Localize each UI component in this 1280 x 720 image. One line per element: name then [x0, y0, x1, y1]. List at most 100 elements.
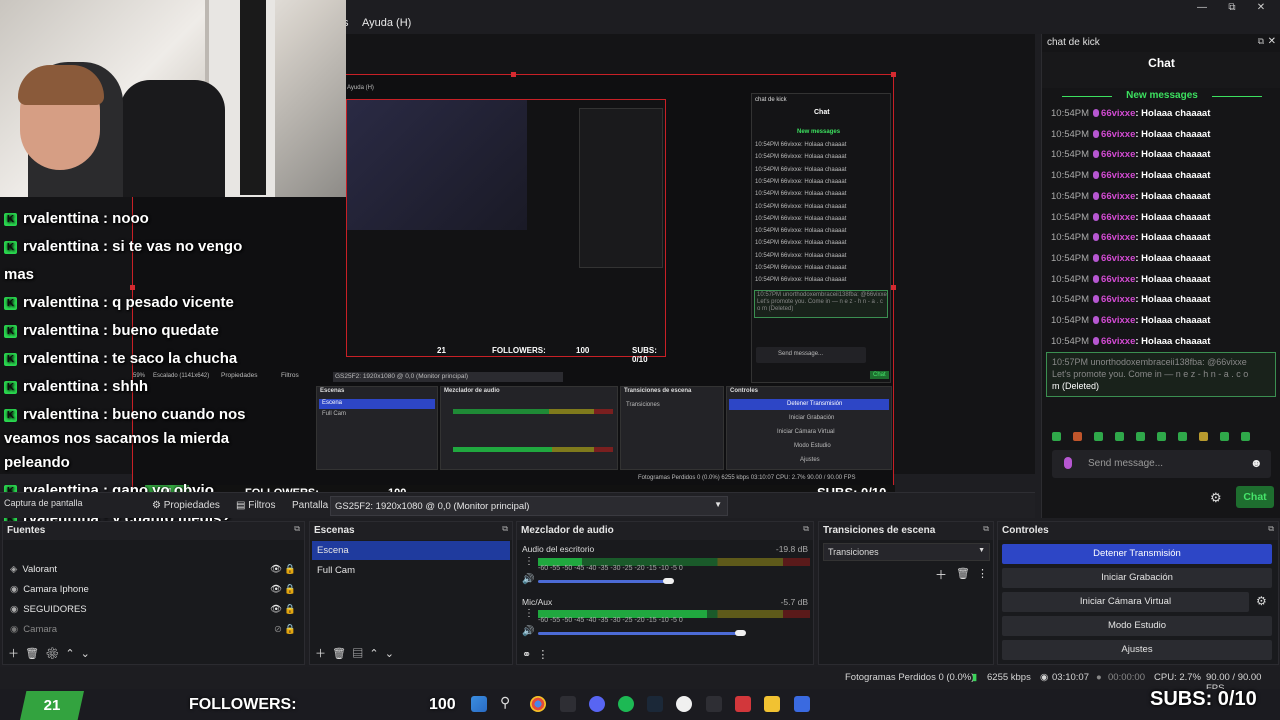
eye-icon[interactable]: 👁	[270, 584, 282, 595]
emote-icon[interactable]	[1136, 432, 1145, 441]
minimize-icon[interactable]: —	[1192, 2, 1212, 16]
chrome-icon[interactable]	[530, 696, 546, 712]
spotify-icon[interactable]	[618, 696, 634, 712]
chevron-down-icon[interactable]: ⌄	[385, 648, 394, 660]
maximize-icon[interactable]: ⧉	[1222, 2, 1242, 16]
lock-icon[interactable]: 🔒	[284, 604, 296, 615]
message-user[interactable]: 66vixxe	[1101, 274, 1135, 285]
start-virtual-camera-button[interactable]: Iniciar Cámara Virtual	[1002, 592, 1249, 612]
message-user[interactable]: 66vixxe	[1101, 170, 1135, 181]
app-icon[interactable]	[794, 696, 810, 712]
emote-icon[interactable]	[1220, 432, 1229, 441]
chevron-up-icon[interactable]: ⌃	[65, 648, 74, 660]
emote-icon[interactable]	[1115, 432, 1124, 441]
source-row[interactable]: ◉ Camara ⊘ 🔒	[5, 620, 302, 639]
message-user[interactable]: 66vixxe	[1101, 294, 1135, 305]
scene-row[interactable]: Full Cam	[312, 561, 510, 580]
studio-mode-button[interactable]: Modo Estudio	[1002, 616, 1272, 636]
close-icon[interactable]: ✕	[1251, 2, 1271, 16]
emote-icon[interactable]	[1073, 432, 1082, 441]
windows-start-icon[interactable]	[471, 696, 487, 712]
trash-icon[interactable]: 🗑	[332, 648, 346, 660]
add-icon[interactable]: ＋	[935, 566, 947, 583]
send-message-input[interactable]: Send message... ☻	[1052, 450, 1271, 478]
volume-slider[interactable]	[538, 632, 740, 635]
stop-streaming-button[interactable]: Detener Transmisión	[1002, 544, 1272, 564]
chat-send-button[interactable]: Chat	[1236, 486, 1274, 508]
epic-games-icon[interactable]	[560, 696, 576, 712]
undock-icon[interactable]: ⧉	[983, 524, 989, 534]
eye-icon[interactable]: 👁	[270, 604, 282, 615]
chevron-down-icon[interactable]: ⌄	[81, 648, 90, 660]
volume-slider[interactable]	[538, 580, 668, 583]
riot-icon[interactable]	[735, 696, 751, 712]
trash-icon[interactable]: 🗑	[956, 567, 970, 580]
chat-settings-gear-icon[interactable]: ⚙	[1210, 490, 1222, 506]
lock-icon[interactable]: 🔒	[284, 564, 296, 575]
add-icon[interactable]: ＋	[8, 648, 19, 660]
message-user[interactable]: 66vixxe	[1101, 129, 1135, 140]
scene-row-selected[interactable]: Escena	[312, 541, 510, 560]
speaker-icon[interactable]: 🔊	[522, 574, 534, 585]
close-dock-icon[interactable]: ✕	[1268, 36, 1276, 47]
lock-icon[interactable]: 🔒	[284, 624, 296, 635]
source-row[interactable]: ◉ Camara Iphone 👁 🔒	[5, 580, 302, 599]
undock-icon[interactable]: ⧉	[803, 524, 809, 534]
gear-icon[interactable]: ⚙	[45, 648, 59, 660]
resize-handle[interactable]	[891, 72, 896, 77]
screen-select[interactable]: GS25F2: 1920x1080 @ 0,0 (Monitor princip…	[330, 496, 728, 516]
start-recording-button[interactable]: Iniciar Grabación	[1002, 568, 1272, 588]
more-icon[interactable]: ⋮	[524, 608, 534, 619]
undock-icon[interactable]: ⧉	[1258, 36, 1264, 47]
menu-item-help[interactable]: Ayuda (H)	[362, 17, 411, 29]
message-user[interactable]: 66vixxe	[1101, 253, 1135, 264]
source-row[interactable]: ◉ SEGUIDORES 👁 🔒	[5, 600, 302, 619]
emote-icon[interactable]	[1199, 432, 1208, 441]
volume-slider-knob[interactable]	[663, 578, 674, 584]
transition-select[interactable]: Transiciones ▼	[823, 543, 990, 561]
message-user[interactable]: 66vixxe	[1101, 191, 1135, 202]
obs-icon[interactable]	[676, 696, 692, 712]
eye-slash-icon[interactable]: ⊘	[274, 624, 282, 635]
message-user[interactable]: 66vixxe	[1101, 108, 1135, 119]
resize-handle[interactable]	[511, 72, 516, 77]
resize-handle[interactable]	[891, 285, 896, 290]
message-user[interactable]: 66vixxe	[1101, 315, 1135, 326]
settings-button[interactable]: Ajustes	[1002, 640, 1272, 660]
emote-icon[interactable]	[1178, 432, 1187, 441]
undock-icon[interactable]: ⧉	[294, 524, 300, 534]
mic-icon[interactable]	[1064, 457, 1072, 469]
eye-icon[interactable]: 👁	[270, 564, 282, 575]
message-user[interactable]: 66vixxe	[1101, 149, 1135, 160]
undock-icon[interactable]: ⧉	[502, 524, 508, 534]
emote-icon[interactable]	[1157, 432, 1166, 441]
search-icon[interactable]: ⚲	[500, 694, 516, 710]
filter-icon[interactable]: ▤	[352, 648, 363, 660]
properties-button[interactable]: ⚙ Propiedades	[152, 500, 220, 511]
emote-icon[interactable]	[1094, 432, 1103, 441]
source-row[interactable]: ◈ Valorant 👁 🔒	[5, 560, 302, 579]
link-icon[interactable]: ⚭	[522, 649, 531, 661]
discord-icon[interactable]	[589, 696, 605, 712]
more-icon[interactable]: ⋮	[524, 556, 534, 567]
capture-icon[interactable]	[706, 696, 722, 712]
volume-slider-knob[interactable]	[735, 630, 746, 636]
speaker-icon[interactable]: 🔊	[522, 626, 534, 637]
undock-icon[interactable]: ⧉	[1268, 524, 1274, 534]
message-user[interactable]: 66vixxe	[1101, 232, 1135, 243]
add-icon[interactable]: ＋	[315, 648, 326, 660]
trash-icon[interactable]: 🗑	[25, 648, 39, 660]
emoji-icon[interactable]: ☻	[1250, 456, 1263, 470]
emote-icon[interactable]	[1052, 432, 1061, 441]
message-user[interactable]: 66vixxe	[1101, 212, 1135, 223]
folder-icon[interactable]	[764, 696, 780, 712]
message-user[interactable]: 66vixxe	[1101, 336, 1135, 347]
steam-icon[interactable]	[647, 696, 663, 712]
more-icon[interactable]: ⋮	[977, 567, 988, 580]
chevron-up-icon[interactable]: ⌃	[369, 648, 378, 660]
virtual-camera-gear-icon[interactable]: ⚙	[1256, 594, 1267, 608]
more-icon[interactable]: ⋮	[537, 649, 548, 661]
lock-icon[interactable]: 🔒	[284, 584, 296, 595]
emote-bar[interactable]	[1052, 428, 1277, 441]
filters-button[interactable]: ▤ Filtros	[236, 500, 275, 511]
